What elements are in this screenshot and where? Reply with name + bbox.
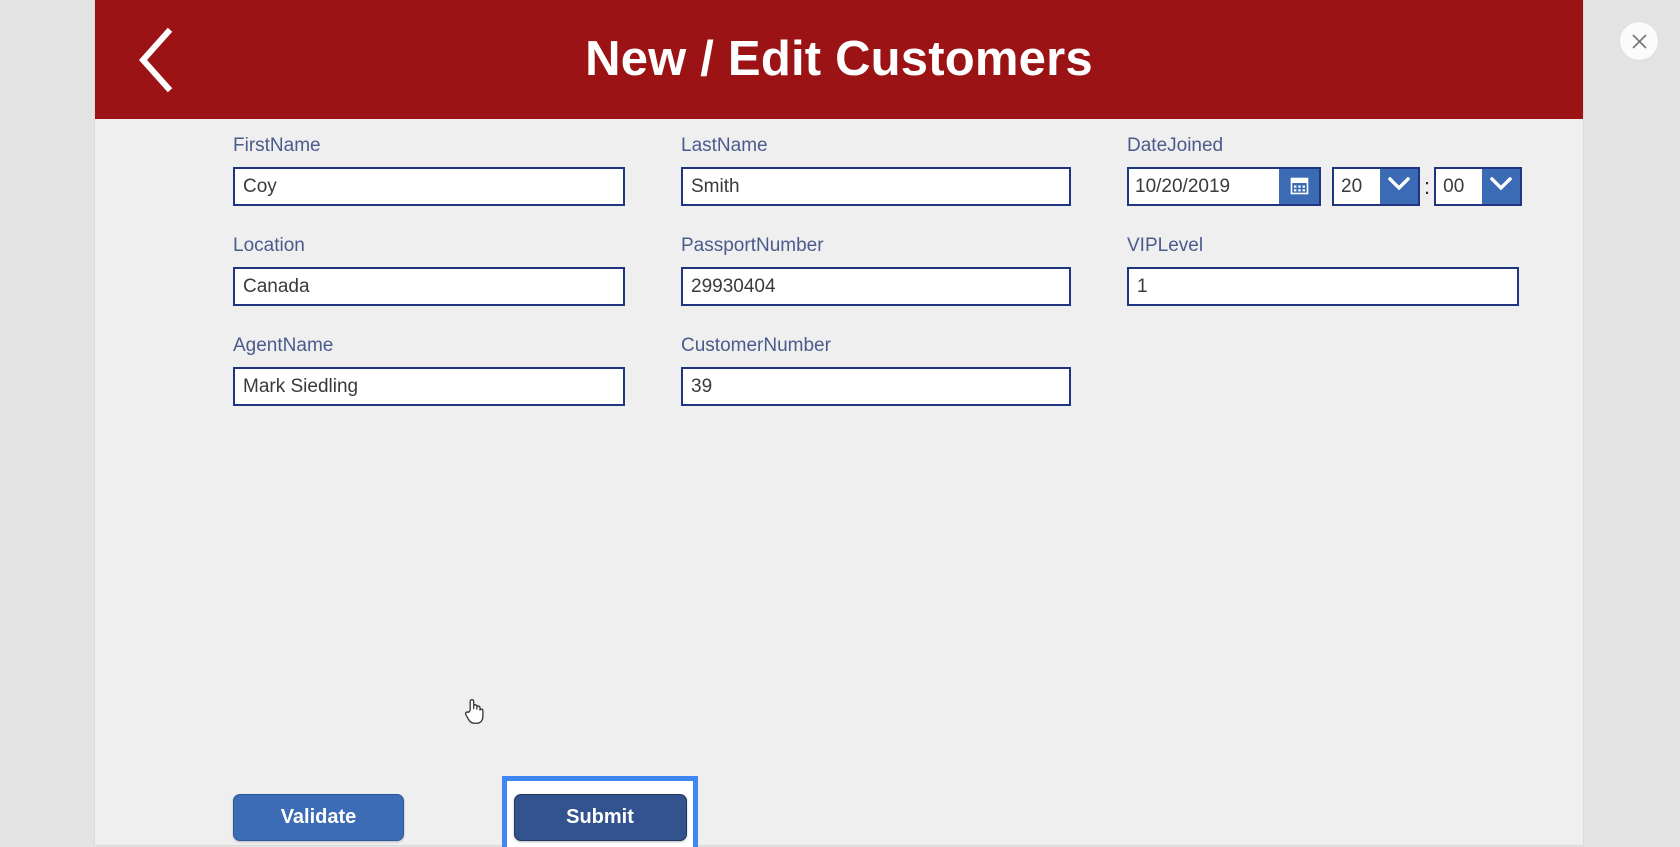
input-firstname[interactable]	[233, 167, 625, 206]
calendar-icon	[1290, 176, 1309, 198]
date-picker[interactable]	[1127, 167, 1321, 206]
label-location: Location	[233, 235, 305, 256]
submit-button[interactable]: Submit	[513, 793, 687, 841]
input-location[interactable]	[233, 267, 625, 306]
customer-form: FirstName LastName DateJoined	[95, 119, 1583, 847]
input-viplevel[interactable]	[1127, 267, 1519, 306]
input-agentname[interactable]	[233, 367, 625, 406]
app-root: New / Edit Customers FirstName LastName …	[0, 0, 1680, 847]
field-firstname: FirstName	[233, 134, 625, 206]
input-passportnumber[interactable]	[681, 267, 1071, 306]
new-edit-customers-dialog: New / Edit Customers FirstName LastName …	[95, 0, 1583, 847]
field-customernumber: CustomerNumber	[681, 334, 1071, 406]
label-passportnumber: PassportNumber	[681, 235, 824, 256]
label-viplevel: VIPLevel	[1127, 235, 1204, 256]
field-passportnumber: PassportNumber	[681, 234, 1071, 306]
validate-button[interactable]: Validate	[233, 793, 404, 841]
label-agentname: AgentName	[233, 335, 334, 356]
submit-focus-ring: Submit	[502, 776, 698, 847]
datejoined-controls: 20 : 00	[1127, 167, 1523, 206]
field-datejoined: DateJoined 10/20/2019 20: 00	[1127, 134, 1523, 206]
page-title: New / Edit Customers	[585, 32, 1093, 86]
input-date[interactable]	[1129, 169, 1279, 204]
hour-select[interactable]: 20	[1332, 167, 1420, 206]
chevron-down-icon	[1387, 176, 1411, 196]
minute-value: 00	[1443, 175, 1465, 197]
dialog-header: New / Edit Customers	[95, 0, 1583, 119]
label-customernumber: CustomerNumber	[681, 335, 831, 356]
field-location: Location	[233, 234, 625, 306]
time-separator: :	[1424, 173, 1431, 199]
label-lastname: LastName	[681, 135, 768, 156]
hour-dropdown-button[interactable]	[1380, 169, 1418, 204]
chevron-left-icon	[134, 27, 178, 93]
field-viplevel: VIPLevel	[1127, 234, 1519, 306]
form-actions: Validate Submit	[233, 776, 698, 847]
minute-dropdown-button[interactable]	[1482, 169, 1521, 204]
input-customernumber[interactable]	[681, 367, 1071, 406]
minute-select[interactable]: 00	[1434, 167, 1523, 206]
input-lastname[interactable]	[681, 167, 1071, 206]
calendar-button[interactable]	[1279, 169, 1319, 204]
label-datejoined: DateJoined	[1127, 135, 1224, 156]
back-button[interactable]	[129, 24, 183, 96]
field-lastname: LastName	[681, 134, 1071, 206]
field-agentname: AgentName	[233, 334, 625, 406]
chevron-down-icon	[1489, 176, 1513, 196]
close-button[interactable]	[1620, 22, 1658, 60]
hour-value: 20	[1341, 175, 1363, 197]
label-firstname: FirstName	[233, 135, 321, 156]
close-icon	[1631, 33, 1648, 50]
